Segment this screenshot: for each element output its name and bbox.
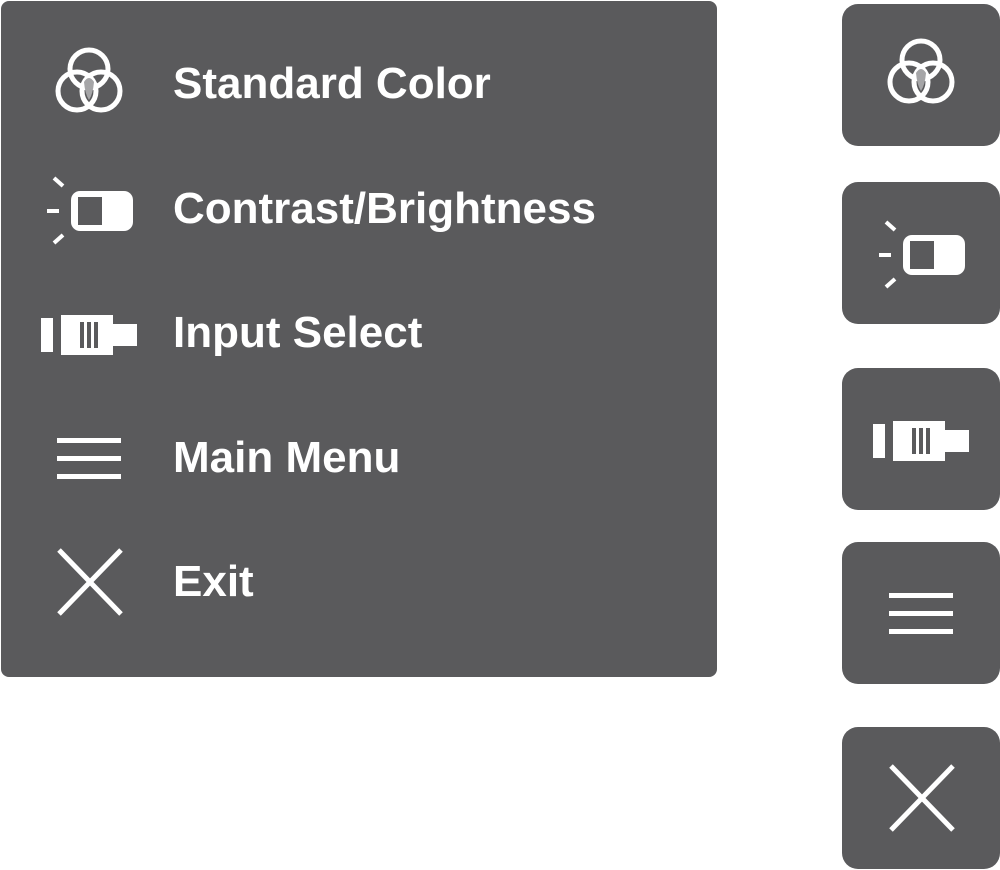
menu-item-label: Exit: [173, 557, 254, 606]
menu-item-label: Standard Color: [173, 59, 491, 108]
menu-item-input-select[interactable]: Input Select: [1, 278, 717, 388]
menu-item-label: Input Select: [173, 308, 423, 357]
main-menu-button[interactable]: [842, 542, 1000, 684]
contrast-brightness-button[interactable]: [842, 182, 1000, 324]
input-select-button[interactable]: [842, 368, 1000, 510]
quick-menu-panel: Standard Color Contrast/Brightness Input…: [1, 1, 717, 677]
menu-item-label: Main Menu: [173, 433, 401, 482]
close-icon: [869, 758, 973, 838]
input-connector-icon: [869, 399, 973, 479]
hamburger-menu-icon: [869, 573, 973, 653]
contrast-brightness-icon: [37, 169, 141, 249]
menu-item-standard-color[interactable]: Standard Color: [1, 29, 717, 139]
color-circles-icon: [37, 44, 141, 124]
menu-item-label: Contrast/Brightness: [173, 184, 596, 233]
hamburger-menu-icon: [37, 418, 141, 498]
input-connector-icon: [37, 293, 141, 373]
contrast-brightness-icon: [869, 213, 973, 293]
color-circles-icon: [869, 35, 973, 115]
exit-button[interactable]: [842, 727, 1000, 869]
menu-item-contrast-brightness[interactable]: Contrast/Brightness: [1, 154, 717, 264]
standard-color-button[interactable]: [842, 4, 1000, 146]
close-icon: [37, 542, 141, 622]
menu-item-exit[interactable]: Exit: [1, 527, 717, 637]
menu-item-main-menu[interactable]: Main Menu: [1, 403, 717, 513]
